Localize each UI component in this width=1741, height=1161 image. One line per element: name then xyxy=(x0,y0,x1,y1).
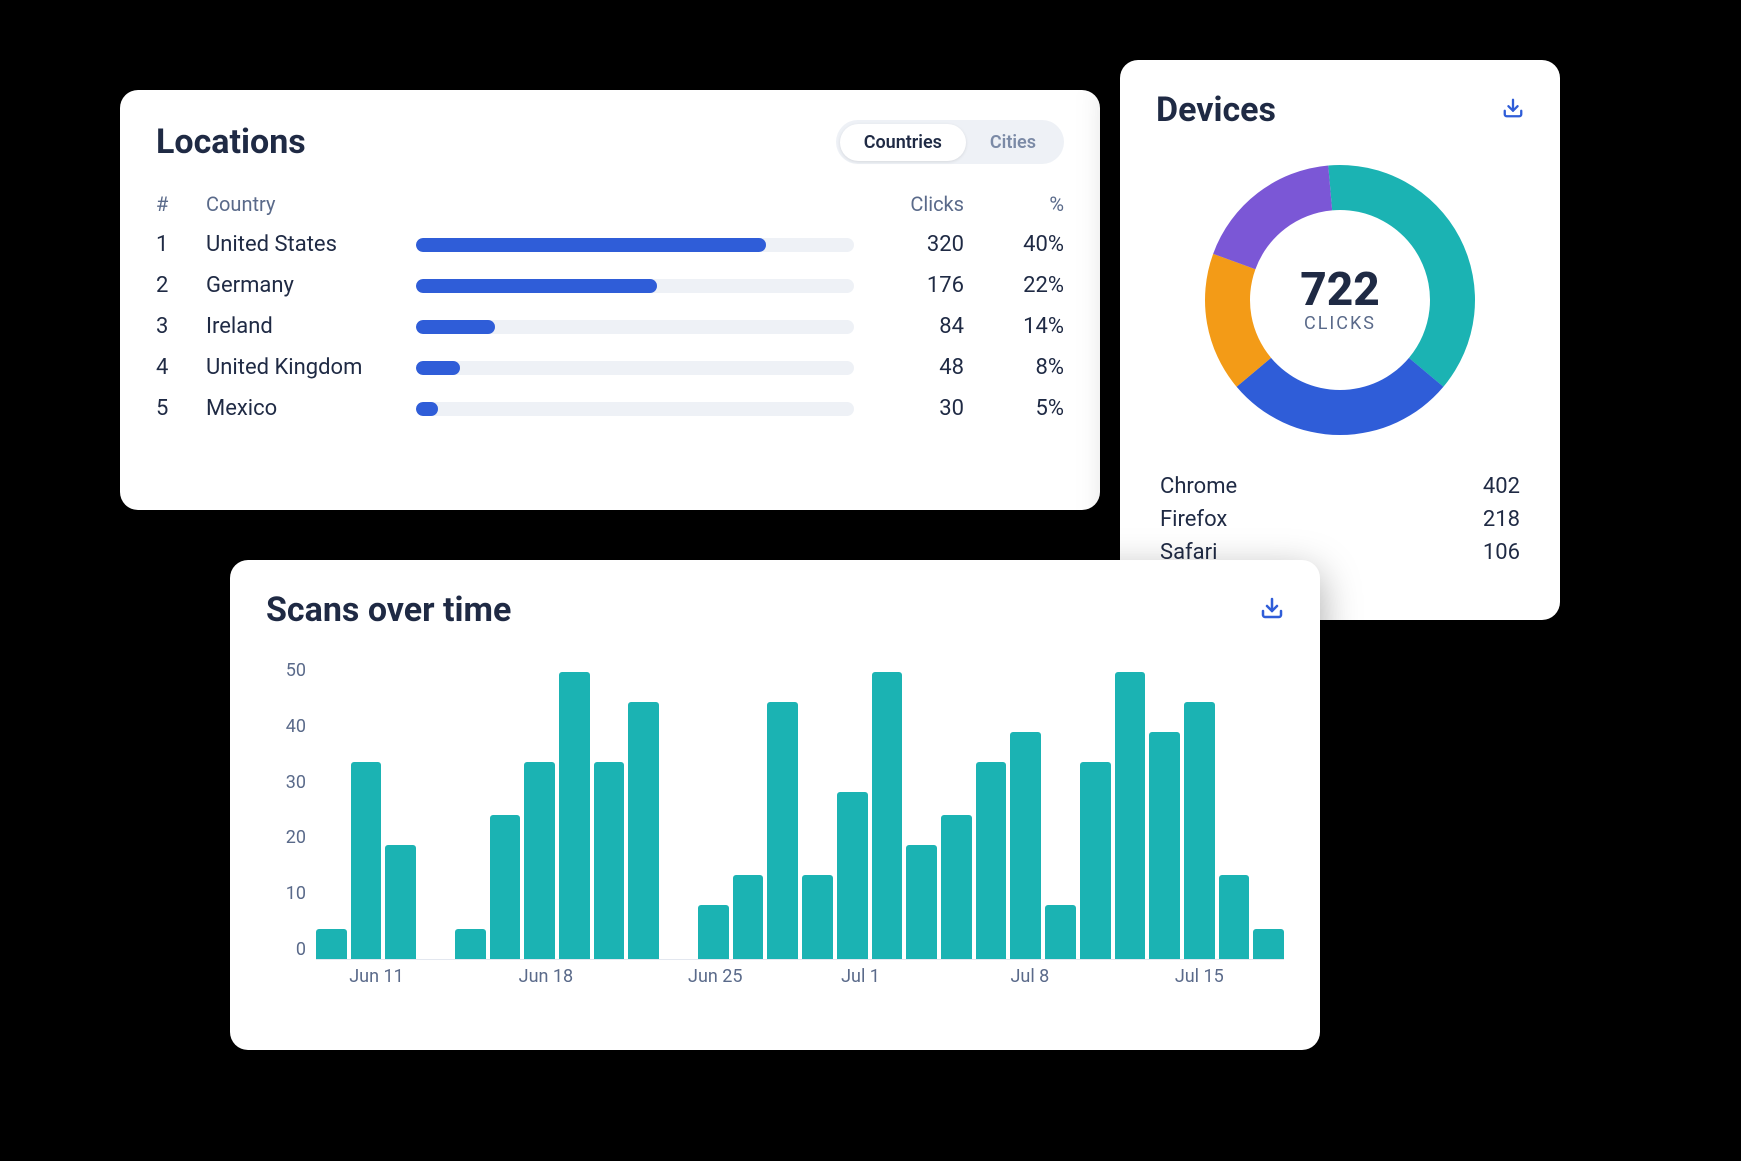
row-bar xyxy=(416,238,874,252)
row-country: United Kingdom xyxy=(206,355,416,380)
row-num: 1 xyxy=(156,232,206,257)
col-country: Country xyxy=(206,192,416,216)
row-bar xyxy=(416,320,874,334)
row-bar xyxy=(416,361,874,375)
scans-card: Scans over time 50 40 30 20 10 0 Jun 11 Jun 18… xyxy=(230,560,1320,1050)
table-row: 4United Kingdom 488% xyxy=(156,347,1064,388)
y-tick: 10 xyxy=(286,883,306,904)
col-num: # xyxy=(156,192,206,216)
chart-bar xyxy=(490,815,521,959)
row-pct: 5% xyxy=(964,396,1064,421)
chart-bar xyxy=(1010,732,1041,959)
table-row: 1United States 32040% xyxy=(156,224,1064,265)
table-row: 3Ireland 8414% xyxy=(156,306,1064,347)
download-icon[interactable] xyxy=(1260,596,1284,624)
row-pct: 8% xyxy=(964,355,1064,380)
device-row: Chrome 402 xyxy=(1156,470,1524,503)
device-name: Chrome xyxy=(1160,474,1237,499)
chart-bar xyxy=(455,929,486,959)
col-clicks: Clicks xyxy=(874,192,964,216)
row-country: United States xyxy=(206,232,416,257)
row-clicks: 176 xyxy=(874,273,964,298)
locations-title: Locations xyxy=(156,122,306,162)
device-value: 106 xyxy=(1483,540,1520,565)
device-value: 402 xyxy=(1483,474,1520,499)
chart-bar xyxy=(1080,762,1111,959)
table-header: # Country Clicks % xyxy=(156,184,1064,224)
devices-donut: 722 CLICKS xyxy=(1190,150,1490,450)
y-tick: 20 xyxy=(286,827,306,848)
locations-card: Locations Countries Cities # Country Cli… xyxy=(120,90,1100,510)
chart-bar xyxy=(1045,905,1076,959)
y-tick: 40 xyxy=(286,716,306,737)
device-value: 218 xyxy=(1483,507,1520,532)
row-country: Mexico xyxy=(206,396,416,421)
chart-bar xyxy=(1253,929,1284,959)
chart-bar xyxy=(698,905,729,959)
chart-bar xyxy=(385,845,416,959)
row-country: Ireland xyxy=(206,314,416,339)
row-country: Germany xyxy=(206,273,416,298)
x-tick: Jul 8 xyxy=(1010,966,1049,987)
row-num: 5 xyxy=(156,396,206,421)
row-pct: 14% xyxy=(964,314,1064,339)
scans-chart: 50 40 30 20 10 0 Jun 11 Jun 18 Jun 25 Jul 1 Jul 8… xyxy=(266,660,1284,990)
device-row: Firefox 218 xyxy=(1156,503,1524,536)
y-tick: 0 xyxy=(296,939,306,960)
table-row: 2Germany 17622% xyxy=(156,265,1064,306)
row-clicks: 320 xyxy=(874,232,964,257)
chart-bar xyxy=(1115,672,1146,959)
locations-table: # Country Clicks % 1United States 32040% 2… xyxy=(156,184,1064,429)
devices-card: Devices 722 CLICKS Chrome402Firefox218Sa… xyxy=(1120,60,1560,620)
row-clicks: 48 xyxy=(874,355,964,380)
row-clicks: 84 xyxy=(874,314,964,339)
chart-bar xyxy=(1219,875,1250,959)
y-tick: 50 xyxy=(286,660,306,681)
chart-bar xyxy=(976,762,1007,959)
chart-bar xyxy=(906,845,937,959)
chart-bar xyxy=(1149,732,1180,959)
row-bar xyxy=(416,279,874,293)
row-bar xyxy=(416,402,874,416)
x-tick: Jul 1 xyxy=(841,966,880,987)
row-pct: 40% xyxy=(964,232,1064,257)
table-row: 5Mexico 305% xyxy=(156,388,1064,429)
chart-bar xyxy=(767,702,798,959)
x-tick: Jun 18 xyxy=(519,966,574,987)
tab-cities[interactable]: Cities xyxy=(966,124,1060,161)
chart-bar xyxy=(733,875,764,959)
chart-bar xyxy=(941,815,972,959)
x-tick: Jun 25 xyxy=(688,966,743,987)
locations-toggle: Countries Cities xyxy=(836,120,1064,164)
chart-bar xyxy=(351,762,382,959)
row-pct: 22% xyxy=(964,273,1064,298)
donut-total: 722 xyxy=(1300,267,1380,313)
row-clicks: 30 xyxy=(874,396,964,421)
row-num: 2 xyxy=(156,273,206,298)
device-name: Firefox xyxy=(1160,507,1227,532)
row-num: 4 xyxy=(156,355,206,380)
row-num: 3 xyxy=(156,314,206,339)
chart-bar xyxy=(837,792,868,959)
chart-bar xyxy=(872,672,903,959)
donut-total-label: CLICKS xyxy=(1304,313,1376,334)
col-pct: % xyxy=(964,192,1064,216)
x-tick: Jul 15 xyxy=(1175,966,1224,987)
download-icon[interactable] xyxy=(1502,97,1524,123)
chart-bar xyxy=(1184,702,1215,959)
scans-title: Scans over time xyxy=(266,590,511,630)
chart-bar xyxy=(802,875,833,959)
chart-bar xyxy=(628,702,659,959)
chart-bar xyxy=(524,762,555,959)
devices-title: Devices xyxy=(1156,90,1276,130)
y-tick: 30 xyxy=(286,772,306,793)
tab-countries[interactable]: Countries xyxy=(840,124,966,161)
chart-bar xyxy=(594,762,625,959)
chart-bar xyxy=(559,672,590,959)
chart-bar xyxy=(316,929,347,959)
x-tick: Jun 11 xyxy=(349,966,404,987)
